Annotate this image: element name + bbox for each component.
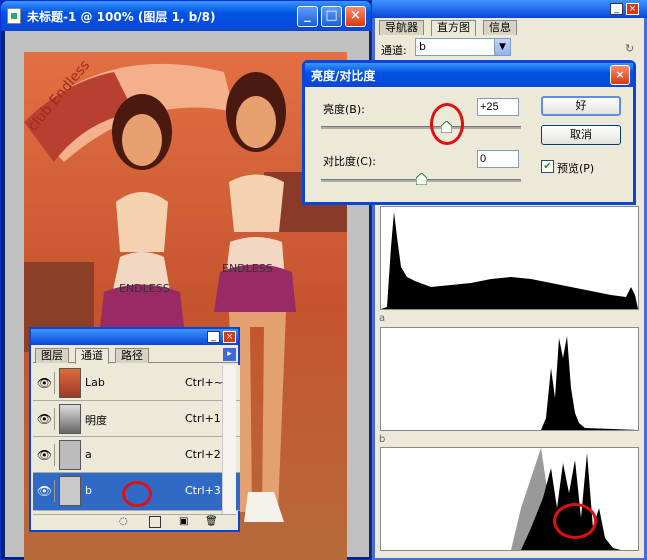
- channels-scrollbar[interactable]: [222, 365, 236, 515]
- photoshop-document-icon: [7, 8, 21, 24]
- channel-name: 明度: [85, 414, 107, 427]
- tab-paths[interactable]: 路径: [115, 348, 149, 363]
- channels-panel-title-bar[interactable]: _ ×: [31, 329, 238, 345]
- cancel-button[interactable]: 取消: [541, 125, 621, 145]
- eye-icon[interactable]: 👁: [35, 408, 55, 430]
- brightness-slider-track[interactable]: [321, 126, 521, 129]
- channel-row-lab[interactable]: 👁 Lab Ctrl+~: [33, 365, 240, 401]
- histogram-b-label: b: [379, 434, 386, 445]
- save-selection-icon[interactable]: [149, 516, 161, 528]
- channel-label: 通道:: [381, 44, 407, 57]
- contrast-slider-thumb[interactable]: [416, 173, 427, 185]
- annotation-circle-b-channel: [122, 481, 152, 507]
- channel-thumbnail: [59, 440, 81, 470]
- channel-row-a[interactable]: 👁 a Ctrl+2: [33, 437, 240, 473]
- minimize-button[interactable]: _: [297, 6, 318, 27]
- panel-minimize-button[interactable]: _: [207, 331, 220, 343]
- channel-select-value: b: [419, 40, 426, 53]
- channel-shortcut: Ctrl+3: [185, 484, 221, 497]
- histogram-b: [380, 447, 639, 551]
- channel-thumbnail: [59, 368, 81, 398]
- refresh-icon[interactable]: ↻: [625, 42, 634, 55]
- eye-icon[interactable]: 👁: [35, 372, 55, 394]
- skirt-text-right: ENDLESS: [222, 262, 273, 275]
- eye-icon[interactable]: 👁: [35, 444, 55, 466]
- maximize-button[interactable]: □: [321, 6, 342, 27]
- new-channel-icon[interactable]: ▣: [179, 516, 188, 527]
- channel-name: a: [85, 448, 92, 461]
- channel-select[interactable]: b ▼: [415, 38, 511, 56]
- chevron-down-icon[interactable]: ▼: [494, 39, 510, 55]
- channel-name: Lab: [85, 376, 105, 389]
- contrast-label: 对比度(C):: [323, 155, 376, 168]
- dialog-title-bar[interactable]: 亮度/对比度 ×: [305, 63, 633, 87]
- dialog-close-button[interactable]: ×: [610, 65, 630, 85]
- panel-menu-arrow-icon[interactable]: ▸: [223, 348, 236, 361]
- ok-button[interactable]: 好: [541, 96, 621, 116]
- skirt-text-left: ENDLESS: [119, 282, 170, 295]
- channels-panel-footer: ◌ ▣ 🗑: [33, 514, 236, 530]
- close-button[interactable]: ×: [345, 6, 366, 27]
- preview-label: 预览(P): [557, 162, 595, 175]
- channel-thumbnail: [59, 404, 81, 434]
- channel-shortcut: Ctrl+~: [185, 376, 224, 389]
- tab-info[interactable]: 信息: [483, 20, 517, 35]
- brightness-contrast-dialog: 亮度/对比度 × 亮度(B): 对比度(C): 好 取消 ✔ 预览(P): [302, 60, 636, 205]
- annotation-circle-histogram: [553, 503, 597, 539]
- tab-navigator[interactable]: 导航器: [379, 20, 424, 35]
- annotation-circle-slider: [430, 103, 464, 145]
- histogram-panel-title-bar[interactable]: _ ×: [372, 0, 647, 18]
- channel-row-lightness[interactable]: 👁 明度 Ctrl+1: [33, 401, 240, 437]
- tab-channels[interactable]: 通道: [75, 348, 109, 364]
- histogram-panel-tabs: 导航器 直方图 信息: [379, 19, 639, 36]
- panel-minimize-button[interactable]: _: [610, 3, 623, 15]
- channel-thumbnail: [59, 476, 81, 506]
- tab-histogram[interactable]: 直方图: [431, 20, 476, 36]
- trash-icon[interactable]: 🗑: [205, 516, 218, 527]
- histogram-a-label: a: [379, 313, 386, 324]
- preview-checkbox[interactable]: ✔: [541, 160, 554, 173]
- histogram-lightness: [380, 206, 639, 310]
- dialog-title: 亮度/对比度: [311, 69, 376, 83]
- panel-close-button[interactable]: ×: [223, 331, 236, 343]
- document-title: 未标题-1 @ 100% (图层 1, b/8): [27, 10, 216, 24]
- channel-shortcut: Ctrl+1: [185, 412, 221, 425]
- channel-name: b: [85, 484, 92, 497]
- brightness-label: 亮度(B):: [323, 103, 365, 116]
- contrast-input[interactable]: [477, 150, 519, 168]
- eye-icon[interactable]: 👁: [35, 480, 55, 502]
- document-title-bar[interactable]: 未标题-1 @ 100% (图层 1, b/8) _ □ ×: [1, 1, 371, 31]
- tab-layers[interactable]: 图层: [35, 348, 69, 363]
- load-selection-icon[interactable]: ◌: [119, 516, 128, 527]
- histogram-a: [380, 327, 639, 431]
- panel-close-button[interactable]: ×: [626, 3, 639, 15]
- channel-shortcut: Ctrl+2: [185, 448, 221, 461]
- brightness-input[interactable]: [477, 98, 519, 116]
- channels-panel-tabs: 图层 通道 路径 ▸: [33, 347, 238, 364]
